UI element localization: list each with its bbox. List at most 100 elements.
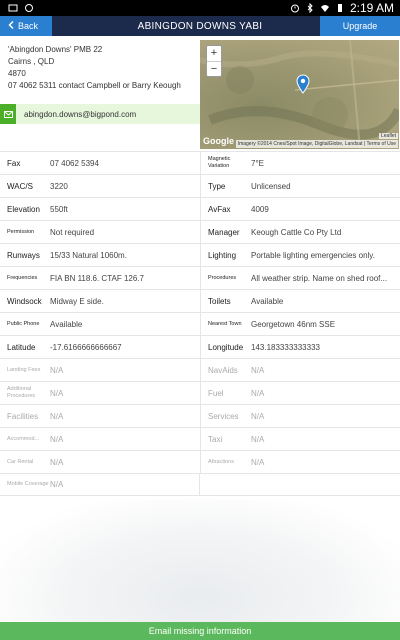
location-pin-icon[interactable] xyxy=(296,74,310,94)
zoom-out-button[interactable]: − xyxy=(207,61,221,77)
status-time: 2:19 AM xyxy=(349,1,394,15)
back-button[interactable]: Back xyxy=(0,16,52,36)
detail-value: N/A xyxy=(251,365,265,375)
detail-value[interactable]: 07 4062 5394 xyxy=(50,159,99,168)
leaflet-link[interactable]: Leaflet xyxy=(378,133,398,139)
detail-value: N/A xyxy=(50,388,64,398)
detail-cell: Taxi N/A xyxy=(200,428,400,450)
detail-value: N/A xyxy=(251,411,265,421)
detail-label: Car Rental xyxy=(7,458,34,465)
detail-value: Not required xyxy=(50,227,95,237)
detail-label: Public Phone xyxy=(7,320,40,327)
detail-value: 7°E xyxy=(251,158,264,168)
detail-row: Public Phone Available Nearest Town Geor… xyxy=(0,312,400,335)
notification-icon xyxy=(8,3,18,13)
detail-value: Portable lighting emergencies only. xyxy=(251,250,375,260)
detail-label: Facilities xyxy=(7,411,39,421)
phone-contact[interactable]: 07 4062 5311 contact Campbell or Barry K… xyxy=(8,80,181,92)
detail-cell: Mobile Coverage N/A xyxy=(0,474,200,495)
detail-row: Latitude -17.6166666666667 Longitude 143… xyxy=(0,335,400,358)
detail-cell: Windsock Midway E side. xyxy=(0,290,200,312)
address-line: 4870 xyxy=(8,69,26,78)
detail-value: FIA BN 118.6. CTAF 126.7 xyxy=(50,273,144,283)
email-missing-info-button[interactable]: Email missing information xyxy=(0,622,400,640)
email-link[interactable]: abingdon.downs@bigpond.com xyxy=(0,104,200,124)
app-header: Back ABINGDON DOWNS YABI Upgrade xyxy=(0,16,400,36)
detail-label: Frequencies xyxy=(7,274,38,281)
detail-cell: WAC/S 3220 xyxy=(0,175,200,197)
detail-label: Fax xyxy=(7,158,21,168)
detail-cell: Services N/A xyxy=(200,405,400,427)
detail-row: Elevation 550ft AvFax 4009 xyxy=(0,197,400,220)
alarm-icon xyxy=(290,3,300,13)
detail-label: Latitude xyxy=(7,342,36,352)
detail-value: 3220 xyxy=(50,181,68,191)
detail-cell: Public Phone Available xyxy=(0,313,200,335)
detail-cell: Latitude -17.6166666666667 xyxy=(0,336,200,358)
detail-row: Runways 15/33 Natural 1060m. Lighting Po… xyxy=(0,243,400,266)
detail-label: NavAids xyxy=(208,365,238,375)
upgrade-button[interactable]: Upgrade xyxy=(320,16,400,36)
detail-row-na: Car Rental N/A Attractions N/A xyxy=(0,450,400,473)
detail-cell: Manager Keough Cattle Co Pty Ltd xyxy=(200,221,400,243)
detail-label: Accommod... xyxy=(7,435,40,442)
detail-cell: Longitude 143.183333333333 xyxy=(200,336,400,358)
detail-cell: Type Unlicensed xyxy=(200,175,400,197)
detail-label: Runways xyxy=(7,250,40,260)
upgrade-label: Upgrade xyxy=(342,21,378,31)
detail-value: N/A xyxy=(50,411,64,421)
detail-value: N/A xyxy=(50,434,64,444)
detail-label: AvFax xyxy=(208,204,231,214)
detail-cell: Permission Not required xyxy=(0,221,200,243)
detail-cell: Accommod... N/A xyxy=(0,428,200,450)
detail-value: Available xyxy=(50,319,83,329)
detail-cell: Procedures All weather strip. Name on sh… xyxy=(200,267,400,289)
detail-value: N/A xyxy=(50,365,64,375)
detail-value: N/A xyxy=(251,388,265,398)
zoom-in-button[interactable]: + xyxy=(207,46,221,61)
envelope-icon xyxy=(0,104,16,124)
wifi-icon xyxy=(320,3,330,13)
detail-label: Attractions xyxy=(208,458,234,465)
detail-value: Keough Cattle Co Pty Ltd xyxy=(251,227,342,237)
detail-label: Toilets xyxy=(208,296,231,306)
detail-value: N/A xyxy=(251,434,265,444)
status-bar: 2:19 AM xyxy=(0,0,400,16)
map-terrain xyxy=(200,40,399,149)
detail-label: Permission xyxy=(7,228,35,235)
email-missing-label: Email missing information xyxy=(148,626,252,636)
address-line: Cairns , QLD xyxy=(8,57,55,66)
satellite-map[interactable]: + − Google Leaflet Imagery ©2014 Cnes/Sp… xyxy=(200,40,399,149)
google-logo: Google xyxy=(203,136,234,146)
bluetooth-icon xyxy=(305,2,315,14)
detail-cell: Car Rental N/A xyxy=(0,451,200,473)
detail-label: Manager xyxy=(208,227,240,237)
page-title: ABINGDON DOWNS YABI xyxy=(137,20,263,32)
detail-label: Taxi xyxy=(208,434,223,444)
detail-label: Magnetic Variation xyxy=(208,156,231,169)
detail-cell: Attractions N/A xyxy=(200,451,400,473)
detail-row-na: Additional Procedures N/A Fuel N/A xyxy=(0,381,400,404)
detail-cell: Fax 07 4062 5394 xyxy=(0,152,200,174)
detail-cell: Facilities N/A xyxy=(0,405,200,427)
zoom-control: + − xyxy=(206,45,222,77)
detail-value: -17.6166666666667 xyxy=(50,342,122,352)
detail-cell: Frequencies FIA BN 118.6. CTAF 126.7 xyxy=(0,267,200,289)
detail-label: Additional Procedures xyxy=(7,386,36,399)
detail-value: 550ft xyxy=(50,204,68,214)
detail-cell: Elevation 550ft xyxy=(0,198,200,220)
detail-value: 15/33 Natural 1060m. xyxy=(50,250,127,260)
detail-label: Mobile Coverage xyxy=(7,481,49,487)
detail-value: N/A xyxy=(251,457,265,467)
detail-value: All weather strip. Name on shed roof... xyxy=(251,273,388,283)
detail-row: Fax 07 4062 5394 Magnetic Variation 7°E xyxy=(0,151,400,174)
detail-label: Lighting xyxy=(208,250,237,260)
detail-value: Available xyxy=(251,296,284,306)
contact-panel: 'Abingdon Downs' PMB 22 Cairns , QLD 487… xyxy=(0,36,200,151)
detail-label: Elevation xyxy=(7,204,40,214)
detail-label: Type xyxy=(208,181,226,191)
detail-label: Nearest Town xyxy=(208,320,242,327)
back-label: Back xyxy=(18,21,39,31)
detail-cell: Runways 15/33 Natural 1060m. xyxy=(0,244,200,266)
detail-cell: NavAids N/A xyxy=(200,359,400,381)
